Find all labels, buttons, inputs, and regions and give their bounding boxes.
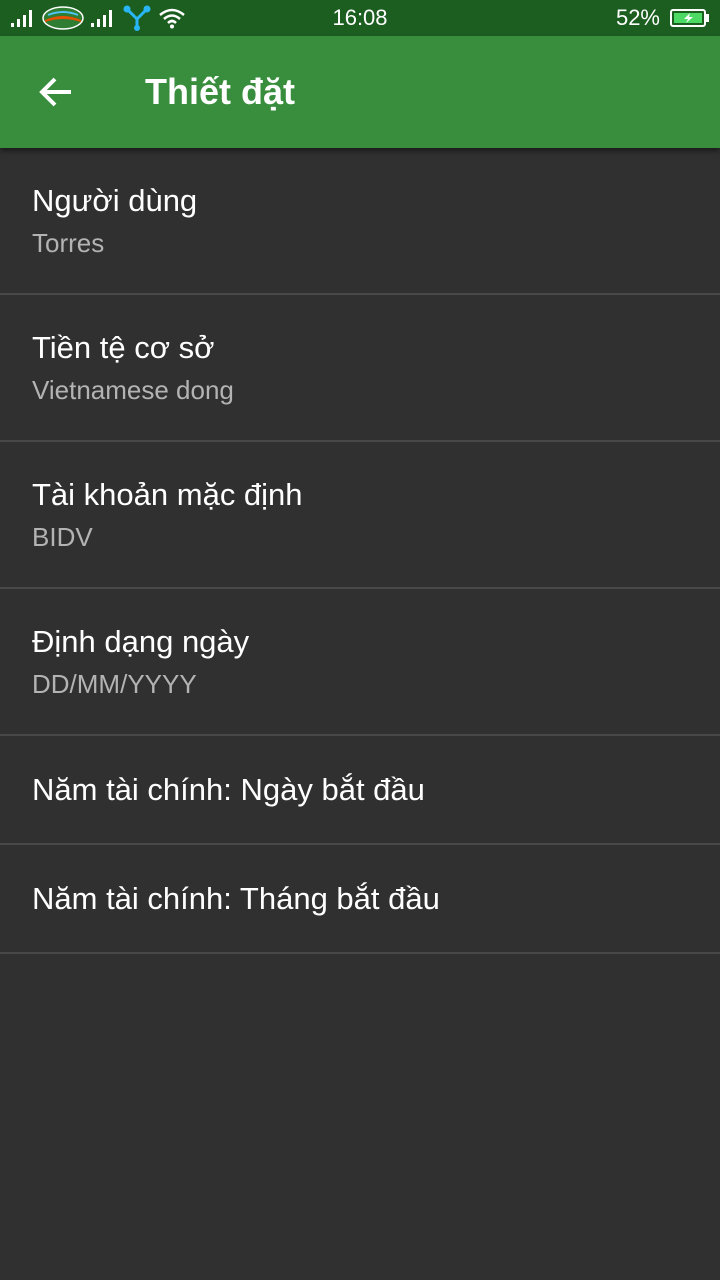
battery-percentage: 52% bbox=[615, 5, 660, 30]
status-time: 16:08 bbox=[332, 5, 388, 30]
setting-title: Người dùng bbox=[32, 183, 198, 218]
setting-fiscal-year-start-day[interactable]: Năm tài chính: Ngày bắt đầu bbox=[0, 736, 720, 845]
setting-summary: DD/MM/YYYY bbox=[32, 669, 197, 699]
setting-summary: Torres bbox=[32, 228, 105, 258]
setting-title: Định dạng ngày bbox=[32, 624, 250, 659]
back-button[interactable] bbox=[28, 64, 84, 120]
settings-list: Người dùng Torres Tiền tệ cơ sở Vietname… bbox=[0, 148, 720, 954]
battery-charging-icon bbox=[670, 9, 709, 27]
setting-summary: BIDV bbox=[32, 522, 93, 552]
setting-fiscal-year-start-month[interactable]: Năm tài chính: Tháng bắt đầu bbox=[0, 845, 720, 954]
page-title: Thiết đặt bbox=[145, 71, 295, 112]
app-bar: Thiết đặt bbox=[0, 36, 720, 148]
setting-default-account[interactable]: Tài khoản mặc định BIDV bbox=[0, 442, 720, 589]
setting-user[interactable]: Người dùng Torres bbox=[0, 148, 720, 295]
arrow-left-icon bbox=[39, 77, 71, 107]
setting-title: Năm tài chính: Ngày bắt đầu bbox=[32, 771, 425, 807]
setting-date-format[interactable]: Định dạng ngày DD/MM/YYYY bbox=[0, 589, 720, 736]
status-bar: 16:08 52% bbox=[0, 0, 720, 36]
setting-title: Tài khoản mặc định bbox=[32, 477, 303, 512]
setting-base-currency[interactable]: Tiền tệ cơ sở Vietnamese dong bbox=[0, 295, 720, 442]
setting-summary: Vietnamese dong bbox=[32, 375, 234, 405]
setting-title: Tiền tệ cơ sở bbox=[32, 330, 215, 365]
status-icons-right: 52% bbox=[616, 0, 710, 36]
setting-title: Năm tài chính: Tháng bắt đầu bbox=[32, 880, 440, 916]
